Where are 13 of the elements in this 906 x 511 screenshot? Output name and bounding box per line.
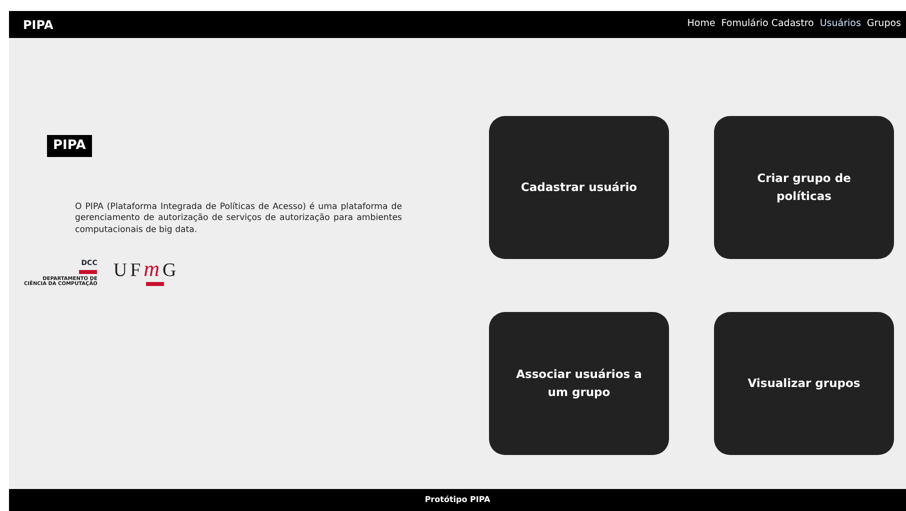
action-card[interactable]: Cadastrar usuário: [489, 116, 669, 259]
nav-link[interactable]: Usuários: [820, 17, 861, 32]
nav-link[interactable]: Fomulário Cadastro: [721, 17, 814, 32]
footer-text: Protótipo PIPA: [424, 494, 490, 506]
action-card[interactable]: Criar grupo de políticas: [714, 116, 894, 259]
brand-title[interactable]: PIPA: [23, 16, 54, 34]
university-logo: UF m G: [113, 252, 180, 286]
action-card[interactable]: Visualizar grupos: [714, 312, 894, 455]
nav-link[interactable]: Grupos: [866, 17, 901, 32]
title-label: PIPA: [47, 135, 92, 156]
action-card[interactable]: Associar usuários a um grupo: [489, 312, 669, 455]
nav-link[interactable]: Home: [687, 17, 716, 32]
description-text: O PIPA (Plataforma Integrada de Políticas de Acesso) é uma plataforma de gerenciamento de autorização de serviços de autorização para ambientes computacionais de big data.: [75, 202, 402, 236]
